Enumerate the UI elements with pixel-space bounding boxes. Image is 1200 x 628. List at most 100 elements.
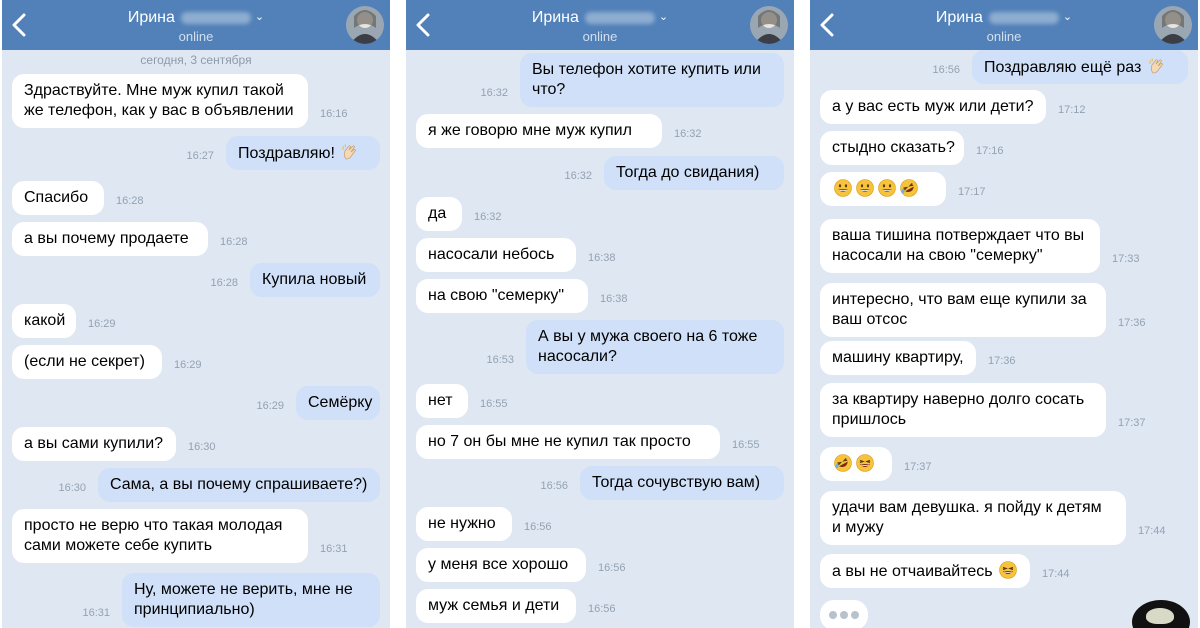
message-text-line: и мужу: [832, 519, 884, 536]
message-time: 16:56: [540, 480, 568, 492]
message-time: 16:53: [486, 354, 514, 366]
incoming-message[interactable]: на свою "семерку": [416, 279, 588, 313]
incoming-message[interactable]: я же говорю мне муж купил: [416, 114, 662, 148]
incoming-message[interactable]: стыдно сказать?: [820, 131, 964, 165]
incoming-message[interactable]: у меня все хорошо: [416, 548, 586, 582]
incoming-message[interactable]: а вы не отчаивайтесь: [820, 554, 1030, 588]
incoming-message[interactable]: Спасибо: [12, 181, 104, 215]
incoming-message[interactable]: ваша тишина потверждает что вы насосали н…: [820, 219, 1100, 273]
message-text-line: Вы телефон хотите купить или: [532, 61, 761, 78]
message-text-line: Спасибо: [24, 189, 89, 206]
avatar[interactable]: [1154, 6, 1192, 44]
online-status: online: [582, 29, 618, 44]
incoming-message[interactable]: но 7 он бы мне не купил так просто: [416, 425, 720, 459]
message-time: 16:32: [564, 170, 592, 182]
message-text-line: не нужно: [428, 515, 496, 532]
incoming-message[interactable]: да: [416, 197, 462, 231]
outgoing-message[interactable]: Ну, можете не верить, мне не принципиальн…: [122, 573, 380, 627]
message-time: 17:36: [988, 355, 1016, 367]
message-time: 17:44: [1042, 568, 1070, 580]
message-text-line: (если не секрет): [24, 353, 145, 370]
incoming-message[interactable]: машину квартиру,: [820, 341, 976, 375]
message-text-line: какой: [24, 312, 66, 329]
incoming-message[interactable]: просто не верю что такая молодая сами мож…: [12, 509, 308, 563]
message-time: 16:56: [524, 521, 552, 533]
message-time: 16:30: [58, 482, 86, 494]
message-text-line: [832, 454, 880, 475]
message-text-line: просто не верю что такая молодая: [24, 517, 283, 534]
clapping-hands-emoji: [342, 144, 357, 160]
incoming-message[interactable]: [820, 447, 892, 481]
incoming-message[interactable]: а вы сами купили?: [12, 427, 176, 461]
incoming-message[interactable]: нет: [416, 384, 468, 418]
contact-title[interactable]: Ирина ⌄: [2, 7, 390, 28]
message-text-line: Поздравляю!: [238, 143, 368, 164]
incoming-message[interactable]: а вы почему продаете: [12, 222, 208, 256]
message-text-line: а вы почему продаете: [24, 230, 189, 247]
outgoing-message[interactable]: Поздравляю!: [226, 136, 380, 170]
message-time: 16:56: [588, 603, 616, 615]
avatar[interactable]: [346, 6, 384, 44]
message-list: сегодня, 3 сентября Здраствуйте. Мне муж …: [2, 50, 390, 628]
message-text-line: [832, 179, 934, 200]
incoming-message[interactable]: насосали небось: [416, 238, 576, 272]
chevron-down-icon[interactable]: ⌄: [255, 7, 264, 27]
message-text-line: ваша тишина потверждает что вы: [832, 227, 1085, 244]
message-text-line: насосали небось: [428, 246, 555, 263]
contact-title[interactable]: Ирина ⌄: [810, 7, 1198, 28]
message-text-line: что?: [532, 81, 566, 98]
contact-title[interactable]: Ирина ⌄: [406, 7, 794, 28]
chat-panel-1: Ирина ⌄ online сегодня, 3 сентября Здраствуй…: [2, 0, 390, 628]
incoming-message[interactable]: какой: [12, 304, 76, 338]
message-text-line: Семёрку: [308, 394, 373, 411]
message-text-line: у меня все хорошо: [428, 556, 569, 573]
message-time: 16:32: [674, 128, 702, 140]
message-text-line: Поздравляю ещё раз: [984, 57, 1176, 78]
chevron-down-icon[interactable]: ⌄: [659, 7, 668, 27]
incoming-message[interactable]: (если не секрет): [12, 345, 162, 379]
outgoing-message[interactable]: Сама, а вы почему спрашиваете?): [98, 468, 380, 502]
message-time: 16:27: [186, 150, 214, 162]
message-text-line: интересно, что вам еще купили за: [832, 291, 1087, 308]
message-time: 17:16: [976, 145, 1004, 157]
chat-header: Ирина ⌄ online: [406, 0, 794, 50]
incoming-message[interactable]: а у вас есть муж или дети?: [820, 90, 1046, 124]
outgoing-message[interactable]: Купила новый: [250, 263, 380, 297]
outgoing-message[interactable]: Семёрку: [296, 386, 380, 420]
avatar[interactable]: [750, 6, 788, 44]
grinning-face-emoji: [878, 179, 896, 197]
incoming-message[interactable]: [820, 172, 946, 206]
chevron-down-icon[interactable]: ⌄: [1063, 7, 1072, 27]
clapping-hands-emoji: [1148, 58, 1163, 74]
incoming-message[interactable]: интересно, что вам еще купили за ваш отсо…: [820, 283, 1106, 337]
message-time: 16:32: [474, 211, 502, 223]
blurred-surname: [584, 11, 655, 24]
message-text-line: а вы не отчаивайтесь: [832, 561, 1018, 582]
message-text-line: но 7 он бы мне не купил так просто: [428, 433, 691, 450]
blurred-surname: [988, 11, 1059, 24]
incoming-message[interactable]: муж семья и дети: [416, 589, 576, 623]
outgoing-message[interactable]: Тогда до свидания): [604, 156, 784, 190]
outgoing-message[interactable]: Тогда сочувствую вам): [580, 466, 784, 500]
grinning-face-emoji: [834, 179, 852, 197]
message-text-line: Ну, можете не верить, мне не: [134, 581, 353, 598]
online-status: online: [986, 29, 1022, 44]
message-text-line: Тогда до свидания): [616, 164, 760, 181]
message-time: 16:56: [932, 64, 960, 76]
rolling-on-floor-laughing-emoji: [834, 454, 852, 472]
message-text-line: а вы сами купили?: [24, 435, 164, 452]
outgoing-message[interactable]: Вы телефон хотите купить или что?: [520, 53, 784, 107]
incoming-message[interactable]: не нужно: [416, 507, 512, 541]
message-text-line: Здраствуйте. Мне муж купил такой: [24, 82, 284, 99]
outgoing-message[interactable]: Поздравляю ещё раз: [972, 50, 1188, 84]
message-time: 16:30: [188, 441, 216, 453]
message-time: 17:12: [1058, 104, 1086, 116]
chat-panel-3: Ирина ⌄ online Поздравляю ещё раз 16:56 а у …: [810, 0, 1198, 628]
message-text-line: нет: [428, 392, 453, 409]
outgoing-message[interactable]: А вы у мужа своего на 6 тоже насосали?: [526, 320, 784, 374]
incoming-message[interactable]: удачи вам девушка. я пойду к детям и мужу: [820, 491, 1126, 545]
incoming-message[interactable]: Здраствуйте. Мне муж купил такой же телеф…: [12, 74, 308, 128]
message-time: 16:28: [116, 195, 144, 207]
incoming-message[interactable]: за квартиру наверно долго сосать пришлось: [820, 383, 1106, 437]
message-time: 16:31: [82, 607, 110, 619]
